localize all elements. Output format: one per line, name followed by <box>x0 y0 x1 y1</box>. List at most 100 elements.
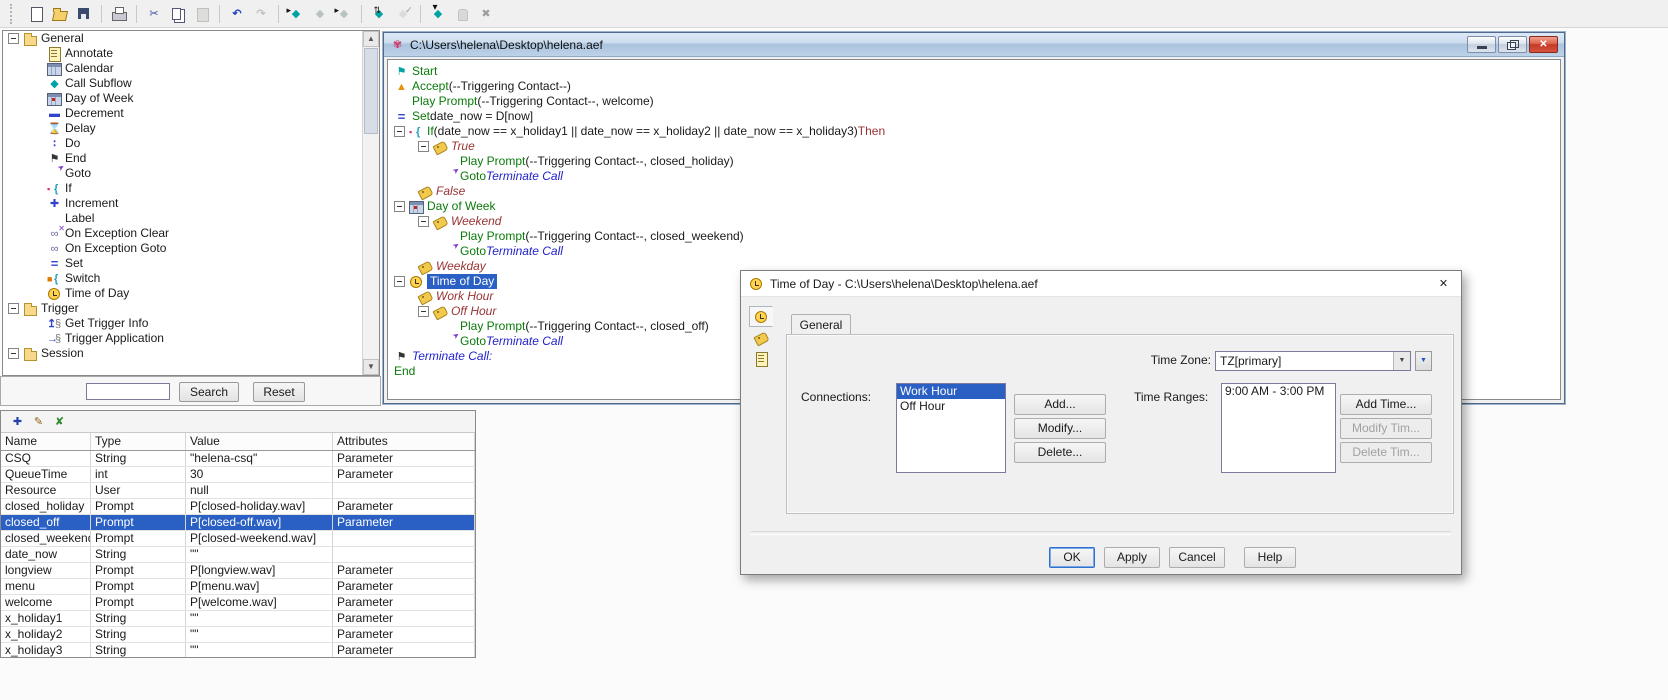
script-step-goto[interactable]: Goto Terminate Call <box>442 334 563 349</box>
palette-item-call-subflow[interactable]: ◆Call Subflow <box>3 76 362 91</box>
script-step-off-hour[interactable]: Off Hour <box>418 304 496 319</box>
script-step-end[interactable]: End <box>394 364 415 379</box>
table-row-closed-holiday[interactable]: closed_holidayPromptP[closed-holiday.wav… <box>1 499 475 515</box>
table-row-longview[interactable]: longviewPromptP[longview.wav]Parameter <box>1 563 475 579</box>
table-row-menu[interactable]: menuPromptP[menu.wav]Parameter <box>1 579 475 595</box>
palette-item-label[interactable]: Label <box>3 211 362 226</box>
expand-toggle[interactable] <box>394 126 405 137</box>
dialog-side-tab-tag[interactable] <box>749 327 773 348</box>
expand-toggle[interactable] <box>418 306 429 317</box>
table-row-queuetime[interactable]: QueueTimeint30Parameter <box>1 467 475 483</box>
undo-button[interactable]: ↶ <box>226 3 248 25</box>
modify-button[interactable]: Modify... <box>1014 418 1106 439</box>
reset-button[interactable]: Reset <box>253 382 305 402</box>
palette-item-delay[interactable]: ⌛Delay <box>3 121 362 136</box>
debug-step-button[interactable]: ◆ <box>309 3 331 25</box>
new-button[interactable] <box>25 3 47 25</box>
add-time-button[interactable]: Add Time... <box>1340 394 1432 415</box>
script-step-work-hour[interactable]: Work Hour <box>418 289 493 304</box>
palette-scrollbar[interactable]: ▲ ▼ <box>362 31 379 375</box>
palette-item-trigger-application[interactable]: Trigger Application <box>3 331 362 346</box>
palette-item-day-of-week[interactable]: Day of Week <box>3 91 362 106</box>
palette-item-annotate[interactable]: Annotate <box>3 46 362 61</box>
expand-toggle[interactable] <box>394 201 405 212</box>
connection-item-off-hour[interactable]: Off Hour <box>897 399 1005 414</box>
combo-dropdown-icon[interactable]: ▼ <box>1393 352 1410 370</box>
palette-item-calendar[interactable]: Calendar <box>3 61 362 76</box>
script-step-true[interactable]: True <box>418 139 475 154</box>
copy-button[interactable] <box>167 3 189 25</box>
scroll-up-icon[interactable]: ▲ <box>363 31 379 47</box>
script-step-day-of-week[interactable]: Day of Week <box>394 199 495 214</box>
cancel-button[interactable]: Cancel <box>1169 547 1225 568</box>
expand-toggle[interactable] <box>8 303 19 314</box>
editor-window-titlebar[interactable]: ✾ C:\Users\helena\Desktop\helena.aef ✕ <box>384 33 1564 57</box>
debug-continue-button[interactable]: ◆ <box>333 3 355 25</box>
palette-item-general[interactable]: General <box>3 31 362 46</box>
minimize-button[interactable] <box>1467 36 1496 53</box>
script-step-start[interactable]: ⚑Start <box>394 64 437 79</box>
time-zone-variable-button[interactable]: ▼ <box>1415 351 1432 371</box>
script-step-false[interactable]: False <box>418 184 465 199</box>
script-step-goto[interactable]: Goto Terminate Call <box>442 169 563 184</box>
table-row-welcome[interactable]: welcomePromptP[welcome.wav]Parameter <box>1 595 475 611</box>
delete-button[interactable]: Delete... <box>1014 442 1106 463</box>
palette-item-set[interactable]: =Set <box>3 256 362 271</box>
toolbar-grip[interactable] <box>10 4 16 24</box>
script-step-if[interactable]: If (date_now == x_holiday1 || date_now =… <box>394 124 885 139</box>
dialog-side-tab-clock[interactable] <box>749 306 773 327</box>
ok-button[interactable]: OK <box>1049 547 1095 568</box>
save-button[interactable] <box>73 3 95 25</box>
script-step-time-of-day[interactable]: Time of Day <box>394 274 497 289</box>
expand-toggle[interactable] <box>8 33 19 44</box>
palette-item-on-exception-goto[interactable]: ∞On Exception Goto <box>3 241 362 256</box>
table-row-resource[interactable]: ResourceUsernull <box>1 483 475 499</box>
script-step-accept[interactable]: ▲Accept (--Triggering Contact--) <box>394 79 571 94</box>
script-step-play-prompt[interactable]: Play Prompt (--Triggering Contact--, clo… <box>442 319 709 334</box>
palette-item-increment[interactable]: ✚Increment <box>3 196 362 211</box>
table-row-x-holiday2[interactable]: x_holiday2String""Parameter <box>1 627 475 643</box>
dialog-titlebar[interactable]: Time of Day - C:\Users\helena\Desktop\he… <box>741 271 1461 297</box>
table-row-closed-off[interactable]: closed_offPromptP[closed-off.wav]Paramet… <box>1 515 475 531</box>
redo-button[interactable]: ↷ <box>250 3 272 25</box>
verify-button[interactable]: ◆ <box>392 3 414 25</box>
palette-item-switch[interactable]: Switch <box>3 271 362 286</box>
script-step-play-prompt[interactable]: Play Prompt (--Triggering Contact--, clo… <box>442 154 734 169</box>
insert-step-button[interactable]: ◆ <box>427 3 449 25</box>
table-row-x-holiday3[interactable]: x_holiday3String""Parameter <box>1 643 475 657</box>
script-step-weekday[interactable]: Weekday <box>418 259 486 274</box>
connections-listbox[interactable]: Work HourOff Hour <box>896 383 1006 473</box>
debug-start-button[interactable]: ◆ <box>285 3 307 25</box>
palette-item-time-of-day[interactable]: Time of Day <box>3 286 362 301</box>
search-input[interactable] <box>86 383 170 400</box>
palette-item-get-trigger-info[interactable]: Get Trigger Info <box>3 316 362 331</box>
restore-button[interactable] <box>1498 36 1527 53</box>
script-step-weekend[interactable]: Weekend <box>418 214 501 229</box>
delete-variable-button[interactable]: ✘ <box>50 413 69 431</box>
palette-item-do[interactable]: ∶Do <box>3 136 362 151</box>
open-button[interactable] <box>49 3 71 25</box>
table-row-closed-weekend[interactable]: closed_weekendPromptP[closed-weekend.wav… <box>1 531 475 547</box>
script-step-goto[interactable]: Goto Terminate Call <box>442 244 563 259</box>
palette-item-if[interactable]: If <box>3 181 362 196</box>
cut-button[interactable]: ✂ <box>143 3 165 25</box>
scroll-down-icon[interactable]: ▼ <box>363 359 379 375</box>
paste-button[interactable] <box>191 3 213 25</box>
palette-item-decrement[interactable]: ▬Decrement <box>3 106 362 121</box>
expand-toggle[interactable] <box>394 276 405 287</box>
connection-item-work-hour[interactable]: Work Hour <box>897 384 1005 399</box>
time-zone-combobox[interactable]: TZ[primary] ▼ <box>1215 351 1411 371</box>
script-step-play-prompt[interactable]: Play Prompt (--Triggering Contact--, wel… <box>394 94 654 109</box>
palette-item-on-exception-clear[interactable]: ∞On Exception Clear <box>3 226 362 241</box>
script-step-play-prompt[interactable]: Play Prompt (--Triggering Contact--, clo… <box>442 229 744 244</box>
dialog-close-icon[interactable]: ✕ <box>1435 276 1452 293</box>
pause-button[interactable] <box>451 3 473 25</box>
script-step-set[interactable]: =Set date_now = D[now] <box>394 109 533 124</box>
new-variable-button[interactable]: ✚ <box>8 413 27 431</box>
help-button[interactable]: Help <box>1244 547 1296 568</box>
edit-variable-button[interactable]: ✎ <box>29 413 48 431</box>
add-button[interactable]: Add... <box>1014 394 1106 415</box>
apply-button[interactable]: Apply <box>1104 547 1160 568</box>
script-step-terminate-call[interactable]: ⚑Terminate Call: <box>394 349 492 364</box>
expand-toggle[interactable] <box>8 348 19 359</box>
